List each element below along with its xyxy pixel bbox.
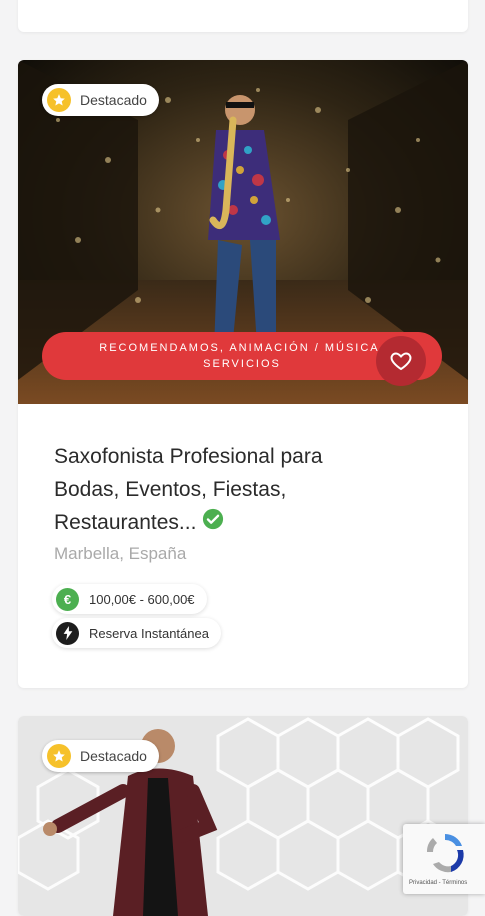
euro-icon: € — [56, 587, 79, 611]
listing-photo[interactable]: Destacado RECOMENDAMOS, ANIMACIÓN / MÚSI… — [18, 60, 468, 404]
recaptcha-icon — [426, 834, 464, 873]
heart-icon — [390, 352, 412, 371]
star-icon — [47, 88, 71, 112]
listing-title[interactable]: Saxofonista Profesional para Bodas, Even… — [54, 440, 414, 540]
title-line-2: Bodas, Eventos, Fiestas, — [54, 478, 287, 501]
price-pill: € 100,00€ - 600,00€ — [52, 584, 207, 614]
featured-badge: Destacado — [42, 740, 159, 772]
star-icon — [47, 744, 71, 768]
next-listing-card[interactable]: Destacado — [18, 716, 468, 916]
previous-listing-card[interactable] — [18, 0, 468, 32]
title-line-3: Restaurantes... — [54, 511, 197, 534]
price-text: 100,00€ - 600,00€ — [89, 591, 195, 607]
listing-location: Marbella, España — [54, 544, 187, 563]
recaptcha-badge[interactable]: Privacidad - Términos — [403, 824, 485, 894]
featured-label: Destacado — [80, 92, 147, 108]
check-circle-icon — [202, 507, 224, 540]
listing-card[interactable]: Destacado RECOMENDAMOS, ANIMACIÓN / MÚSI… — [18, 60, 468, 688]
instant-booking-pill: Reserva Instantánea — [52, 618, 221, 648]
favorite-button[interactable] — [376, 336, 426, 386]
featured-badge: Destacado — [42, 84, 159, 116]
title-line-1: Saxofonista Profesional para — [54, 445, 323, 468]
booking-text: Reserva Instantánea — [89, 625, 209, 641]
featured-label: Destacado — [80, 748, 147, 764]
lightning-icon — [56, 621, 79, 645]
recaptcha-footer[interactable]: Privacidad - Términos — [409, 880, 467, 886]
